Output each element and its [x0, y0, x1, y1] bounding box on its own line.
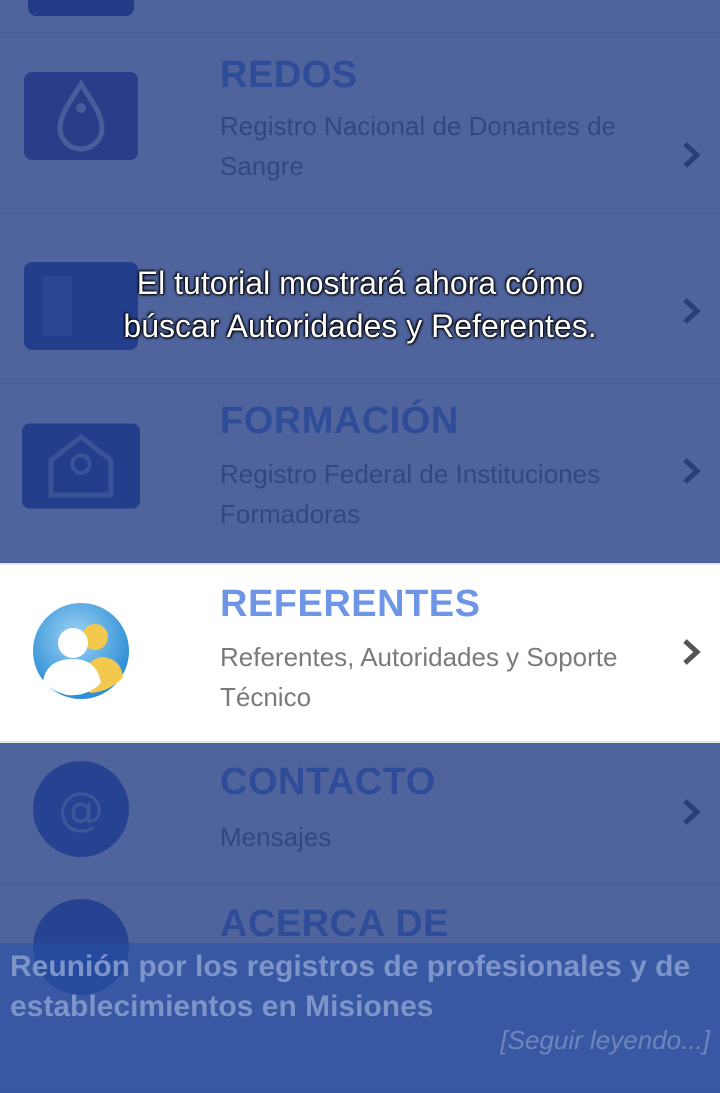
- menu-list: REDOS Registro Nacional de Donantes de S…: [0, 0, 720, 1093]
- menu-item-referentes[interactable]: REFERENTES Referentes, Autoridades y Sop…: [0, 563, 720, 743]
- menu-item-title: REDOS: [220, 54, 358, 96]
- chevron-right-icon: [678, 797, 704, 827]
- school-icon: [22, 420, 140, 512]
- menu-item-subtitle: Registro Federal de Instituciones Formad…: [220, 459, 601, 529]
- menu-item-subtitle: Referentes, Autoridades y Soporte Técnic…: [220, 642, 618, 712]
- menu-item-title: CONTACTO: [220, 761, 436, 803]
- menu-item-formacion[interactable]: FORMACIÓN Registro Federal de Institucio…: [0, 384, 720, 564]
- menu-item-contacto[interactable]: @ CONTACTO Mensajes: [0, 743, 720, 885]
- menu-item-redos[interactable]: REDOS Registro Nacional de Donantes de S…: [0, 34, 720, 214]
- chevron-right-icon: [678, 140, 704, 170]
- chevron-right-icon: [678, 456, 704, 486]
- tutorial-message: El tutorial mostrará ahora cómo búscar A…: [0, 262, 720, 348]
- tutorial-line-1: El tutorial mostrará ahora cómo: [136, 265, 584, 301]
- tutorial-line-2: búscar Autoridades y Referentes.: [123, 308, 597, 344]
- news-headline: Reunión por los registros de profesional…: [10, 950, 691, 1023]
- svg-text:@: @: [58, 782, 104, 836]
- menu-item-title: ACERCA DE: [220, 903, 449, 945]
- menu-item-subtitle: Registro Nacional de Donantes de Sangre: [220, 111, 617, 181]
- document-icon: [22, 0, 140, 20]
- people-icon: [22, 603, 140, 699]
- chevron-right-icon: [678, 637, 704, 667]
- news-banner[interactable]: Reunión por los registros de profesional…: [0, 943, 720, 1093]
- menu-item-title: REFERENTES: [220, 583, 481, 625]
- at-sign-icon: @: [22, 761, 140, 857]
- menu-item-title: FORMACIÓN: [220, 400, 459, 442]
- read-more-link[interactable]: [Seguir leyendo...]: [500, 1025, 710, 1056]
- menu-item-subtitle: Mensajes: [220, 822, 332, 852]
- blood-drop-icon: [22, 70, 140, 162]
- menu-item-top[interactable]: [0, 0, 720, 34]
